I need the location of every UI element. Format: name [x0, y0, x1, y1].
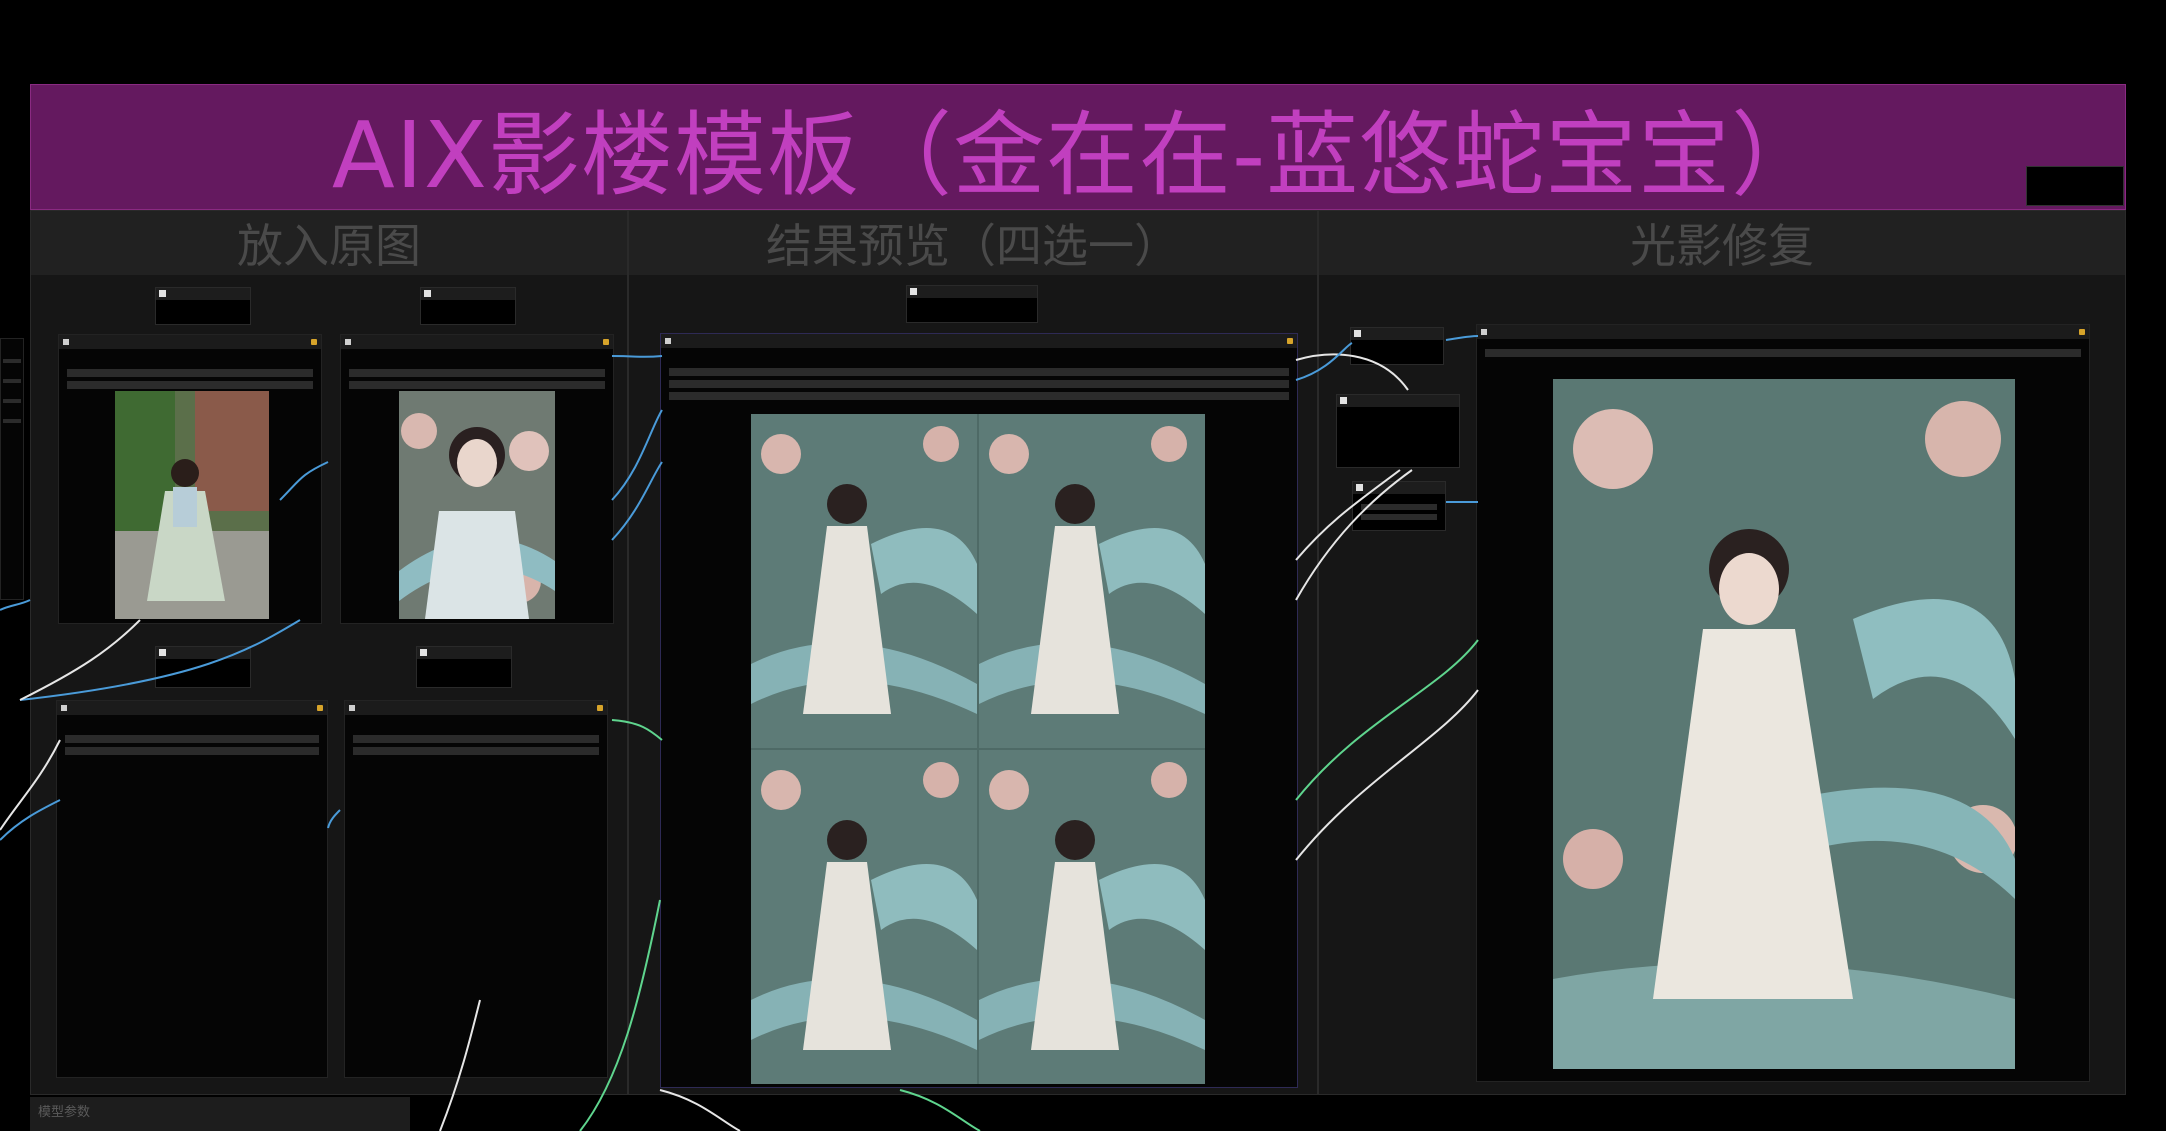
node-wires	[0, 335, 1479, 1131]
